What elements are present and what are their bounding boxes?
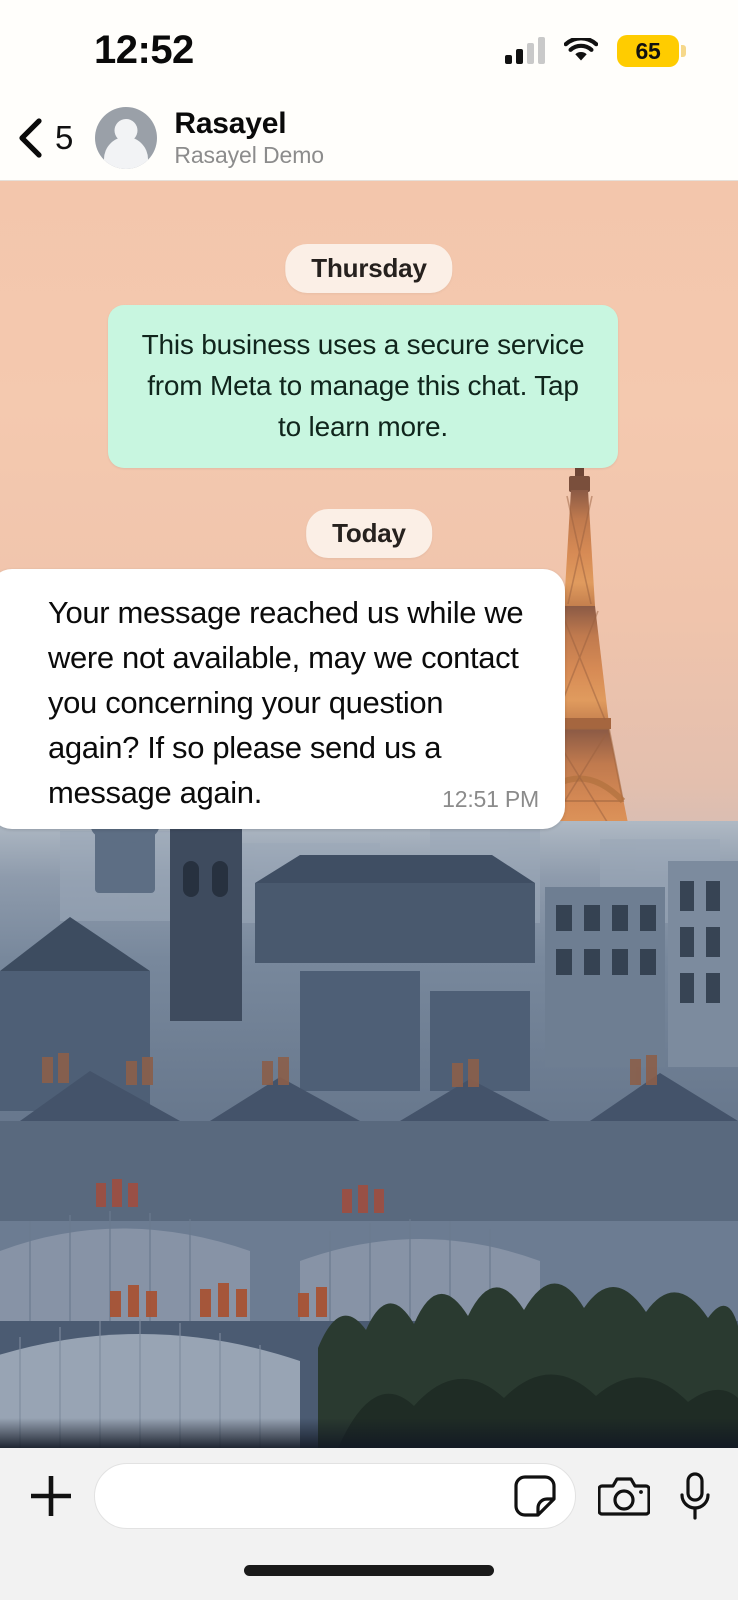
date-separator-today: Today: [306, 509, 432, 558]
date-separator-thursday: Thursday: [285, 244, 453, 293]
wifi-icon: [563, 36, 599, 64]
contact-info[interactable]: Rasayel Rasayel Demo: [174, 107, 324, 169]
status-bar: 12:52 65: [0, 0, 738, 96]
message-list: Thursday This business uses a secure ser…: [0, 181, 738, 1448]
status-bar-time: 12:52: [94, 27, 194, 72]
message-text: Your message reached us while we were no…: [48, 595, 524, 810]
chat-header: 5 Rasayel Rasayel Demo: [0, 96, 738, 181]
contact-name: Rasayel: [174, 107, 287, 140]
battery-percent-label: 65: [635, 37, 661, 64]
chat-area[interactable]: Thursday This business uses a secure ser…: [0, 181, 738, 1448]
microphone-icon[interactable]: [678, 1471, 712, 1521]
home-indicator[interactable]: [244, 1565, 494, 1576]
plus-icon[interactable]: [26, 1471, 76, 1521]
back-button[interactable]: 5: [16, 117, 73, 159]
battery-low-power-icon: 65: [617, 35, 686, 67]
contact-subtitle: Rasayel Demo: [174, 142, 324, 168]
message-bubble-incoming[interactable]: Your message reached us while we were no…: [0, 569, 565, 829]
chevron-left-icon: [16, 117, 44, 159]
encryption-notice-bubble[interactable]: This business uses a secure service from…: [108, 305, 618, 469]
cellular-signal-icon: [505, 37, 545, 64]
unread-count-label: 5: [55, 119, 74, 156]
message-input-field[interactable]: [94, 1463, 576, 1529]
message-input[interactable]: [121, 1480, 513, 1512]
sticker-icon[interactable]: [513, 1474, 557, 1518]
message-input-bar: [0, 1448, 738, 1600]
phone-screen: 12:52 65 5 Rasayel Rasayel Demo Thursday…: [0, 0, 738, 1600]
camera-icon[interactable]: [597, 1474, 651, 1518]
status-bar-indicators: 65: [505, 35, 686, 67]
person-avatar-icon[interactable]: [95, 107, 158, 169]
encryption-notice-text: This business uses a secure service from…: [141, 329, 585, 443]
